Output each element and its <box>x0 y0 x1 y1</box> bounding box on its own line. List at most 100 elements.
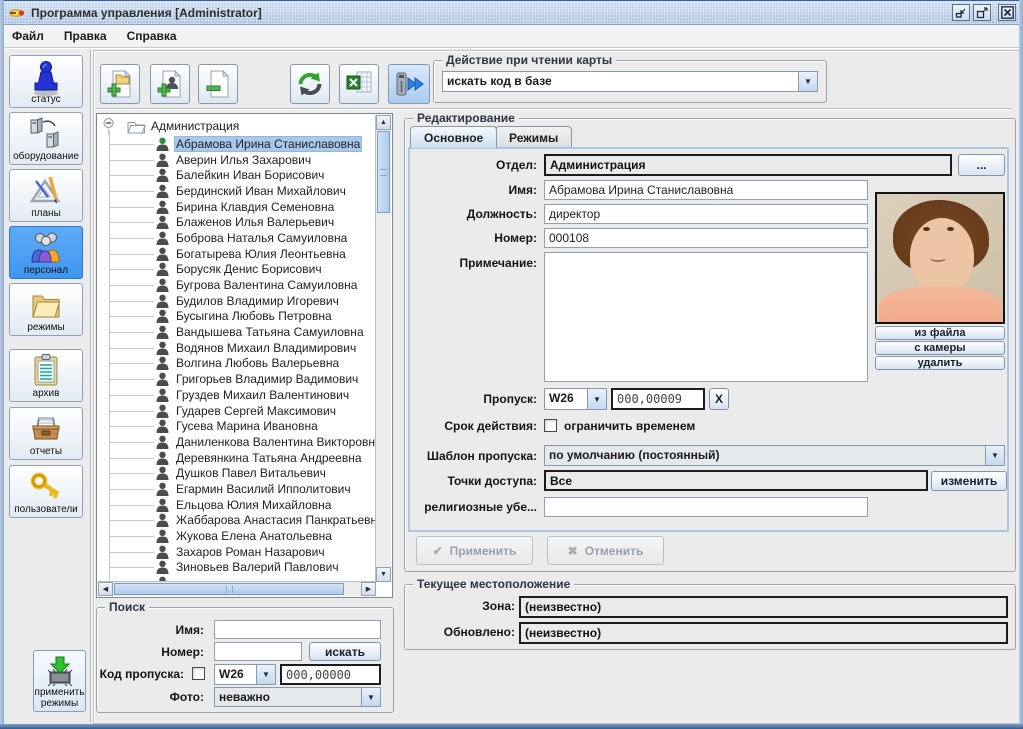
chevron-down-icon[interactable]: ▼ <box>256 665 275 684</box>
sidebar-item-archive[interactable]: архив <box>9 349 83 402</box>
scroll-left-icon[interactable]: ◀ <box>98 582 113 596</box>
department-field[interactable]: Администрация <box>544 154 952 176</box>
tree-person-row[interactable]: Деревянкина Татьяна Андреевна <box>98 450 376 466</box>
menu-file[interactable]: Файл <box>3 26 53 46</box>
tree-person-row[interactable]: Жаббарова Анастасия Панкратьевна <box>98 513 376 529</box>
tree-root-department[interactable]: Администрация <box>98 118 239 134</box>
access-points-field[interactable]: Все <box>544 470 928 491</box>
horizontal-scroll-thumb[interactable] <box>114 583 344 595</box>
tree-person-row[interactable]: Блаженов Илья Валерьевич <box>98 214 376 230</box>
tree-person-row[interactable]: Груздев Михаил Валентинович <box>98 387 376 403</box>
tree-person-row[interactable]: Бирина Клавдия Семеновна <box>98 199 376 215</box>
tab-modes[interactable]: Режимы <box>495 126 572 148</box>
sidebar-item-equipment[interactable]: оборудование <box>9 112 83 165</box>
religion-input[interactable] <box>544 497 868 517</box>
sidebar-item-personnel[interactable]: персонал <box>9 226 83 279</box>
person-name: Водянов Михаил Владимирович <box>174 341 358 355</box>
tree-person-row[interactable]: Даниленкова Валентина Викторовна <box>98 434 376 450</box>
minimize-icon[interactable] <box>952 4 970 21</box>
tree-person-row[interactable]: Бердинский Иван Михайлович <box>98 183 376 199</box>
refresh-button[interactable] <box>290 64 330 104</box>
tree-person-row[interactable]: Водянов Михаил Владимирович <box>98 340 376 356</box>
tree-person-row[interactable]: Балейкин Иван Борисович <box>98 167 376 183</box>
updated-label: Обновлено: <box>444 625 515 639</box>
pass-format-select[interactable]: W26 ▼ <box>544 388 607 410</box>
add-person-button[interactable] <box>150 64 190 104</box>
sidebar-item-plans[interactable]: планы <box>9 169 83 222</box>
chevron-down-icon[interactable]: ▼ <box>798 72 817 91</box>
search-pass-format-select[interactable]: W26 ▼ <box>214 664 276 685</box>
tree-person-row[interactable]: Абрамова Ирина Станиславовна <box>98 136 376 152</box>
sidebar-item-reports[interactable]: отчеты <box>9 407 83 460</box>
chevron-down-icon[interactable]: ▼ <box>361 688 380 706</box>
menu-help[interactable]: Справка <box>118 26 186 46</box>
apply-modes-button[interactable]: применить режимы <box>33 650 86 712</box>
search-passcode-checkbox[interactable] <box>192 667 205 680</box>
validity-checkbox-label[interactable]: ограничить временем <box>564 419 695 433</box>
tree-person-row[interactable]: Аверин Илья Захарович <box>98 152 376 168</box>
card-action-select[interactable]: искать код в базе ▼ <box>442 71 818 92</box>
number-input[interactable] <box>544 228 868 248</box>
tree-person-row[interactable]: Захаров Роман Назарович <box>98 544 376 560</box>
department-browse-button[interactable]: ... <box>958 154 1005 176</box>
tree-person-row[interactable]: Гударев Сергей Максимович <box>98 403 376 419</box>
tree-expand-handle-icon[interactable] <box>102 117 115 135</box>
tree-person-row[interactable]: Волгина Любовь Валерьевна <box>98 356 376 372</box>
tree-person-row[interactable]: Жукова Елена Анатольевна <box>98 528 376 544</box>
pass-clear-button[interactable]: X <box>709 388 729 410</box>
search-name-input[interactable] <box>214 620 381 639</box>
chevron-down-icon[interactable]: ▼ <box>985 446 1004 465</box>
tree-person-row[interactable]: Будилов Владимир Игоревич <box>98 293 376 309</box>
close-icon[interactable] <box>998 4 1016 21</box>
name-input[interactable] <box>544 180 868 200</box>
tree-person-row[interactable]: Богатырева Юлия Леонтьевна <box>98 246 376 262</box>
tree-person-row[interactable]: Зиновьев Валерий Павлович <box>98 560 376 576</box>
tab-main[interactable]: Основное <box>410 126 497 148</box>
photo-from-file-button[interactable]: из файла <box>875 326 1005 340</box>
tree-horizontal-scrollbar[interactable]: ◀ ▶ <box>98 581 376 596</box>
chevron-down-icon[interactable]: ▼ <box>587 389 606 409</box>
cancel-button[interactable]: ✖ Отменить <box>547 536 664 565</box>
scroll-down-icon[interactable]: ▼ <box>376 567 391 582</box>
excel-export-button[interactable] <box>339 64 379 104</box>
sidebar-item-status[interactable]: статус <box>9 55 83 108</box>
title-bar[interactable]: Программа управления [Administrator] <box>1 1 1022 25</box>
search-button[interactable]: искать <box>309 642 381 661</box>
search-number-input[interactable] <box>214 642 302 661</box>
tree-person-row[interactable]: Бусыгина Любовь Петровна <box>98 309 376 325</box>
menu-edit[interactable]: Правка <box>55 26 116 46</box>
vertical-scroll-thumb[interactable] <box>377 131 390 213</box>
card-action-group-title: Действие при чтении карты <box>442 53 616 67</box>
tree-person-row[interactable]: Вандышева Татьяна Самуиловна <box>98 324 376 340</box>
search-photo-select[interactable]: неважно ▼ <box>214 687 381 707</box>
person-name: Волгина Любовь Валерьевна <box>174 356 341 370</box>
scroll-up-icon[interactable]: ▲ <box>376 115 391 130</box>
remove-person-button[interactable] <box>198 64 238 104</box>
search-pass-code-field[interactable]: 000,00000 <box>280 664 381 685</box>
access-change-button[interactable]: изменить <box>931 471 1007 491</box>
scroll-right-icon[interactable]: ▶ <box>361 582 376 596</box>
template-select[interactable]: по умолчанию (постоянный) ▼ <box>544 445 1005 466</box>
tree-person-row[interactable]: Григорьев Владимир Вадимович <box>98 371 376 387</box>
sidebar-item-modes[interactable]: режимы <box>9 283 83 336</box>
tree-person-row[interactable]: Егармин Василий Ипполитович <box>98 481 376 497</box>
tree-person-row[interactable]: Ельцова Юлия Михайловна <box>98 497 376 513</box>
person-name: Гусева Марина Ивановна <box>174 419 320 433</box>
tree-person-row[interactable]: Борусяк Денис Борисович <box>98 262 376 278</box>
photo-from-camera-button[interactable]: с камеры <box>875 341 1005 355</box>
photo-delete-button[interactable]: удалить <box>875 356 1005 370</box>
position-input[interactable] <box>544 204 868 224</box>
add-department-button[interactable] <box>100 64 140 104</box>
maximize-icon[interactable] <box>973 4 991 21</box>
tree-person-row[interactable]: Боброва Наталья Самуиловна <box>98 230 376 246</box>
read-card-button[interactable] <box>388 64 430 104</box>
pass-code-field[interactable]: 000,00009 <box>611 388 705 410</box>
tree-vertical-scrollbar[interactable]: ▲ ▼ <box>375 115 391 582</box>
tree-person-row[interactable]: Гусева Марина Ивановна <box>98 418 376 434</box>
tree-person-row[interactable]: Бугрова Валентина Самуиловна <box>98 277 376 293</box>
apply-button[interactable]: ✔ Применить <box>416 536 533 565</box>
validity-checkbox[interactable] <box>544 419 557 432</box>
note-textarea[interactable] <box>544 252 868 382</box>
sidebar-item-users[interactable]: пользователи <box>9 465 83 518</box>
tree-person-row[interactable]: Душков Павел Витальевич <box>98 465 376 481</box>
